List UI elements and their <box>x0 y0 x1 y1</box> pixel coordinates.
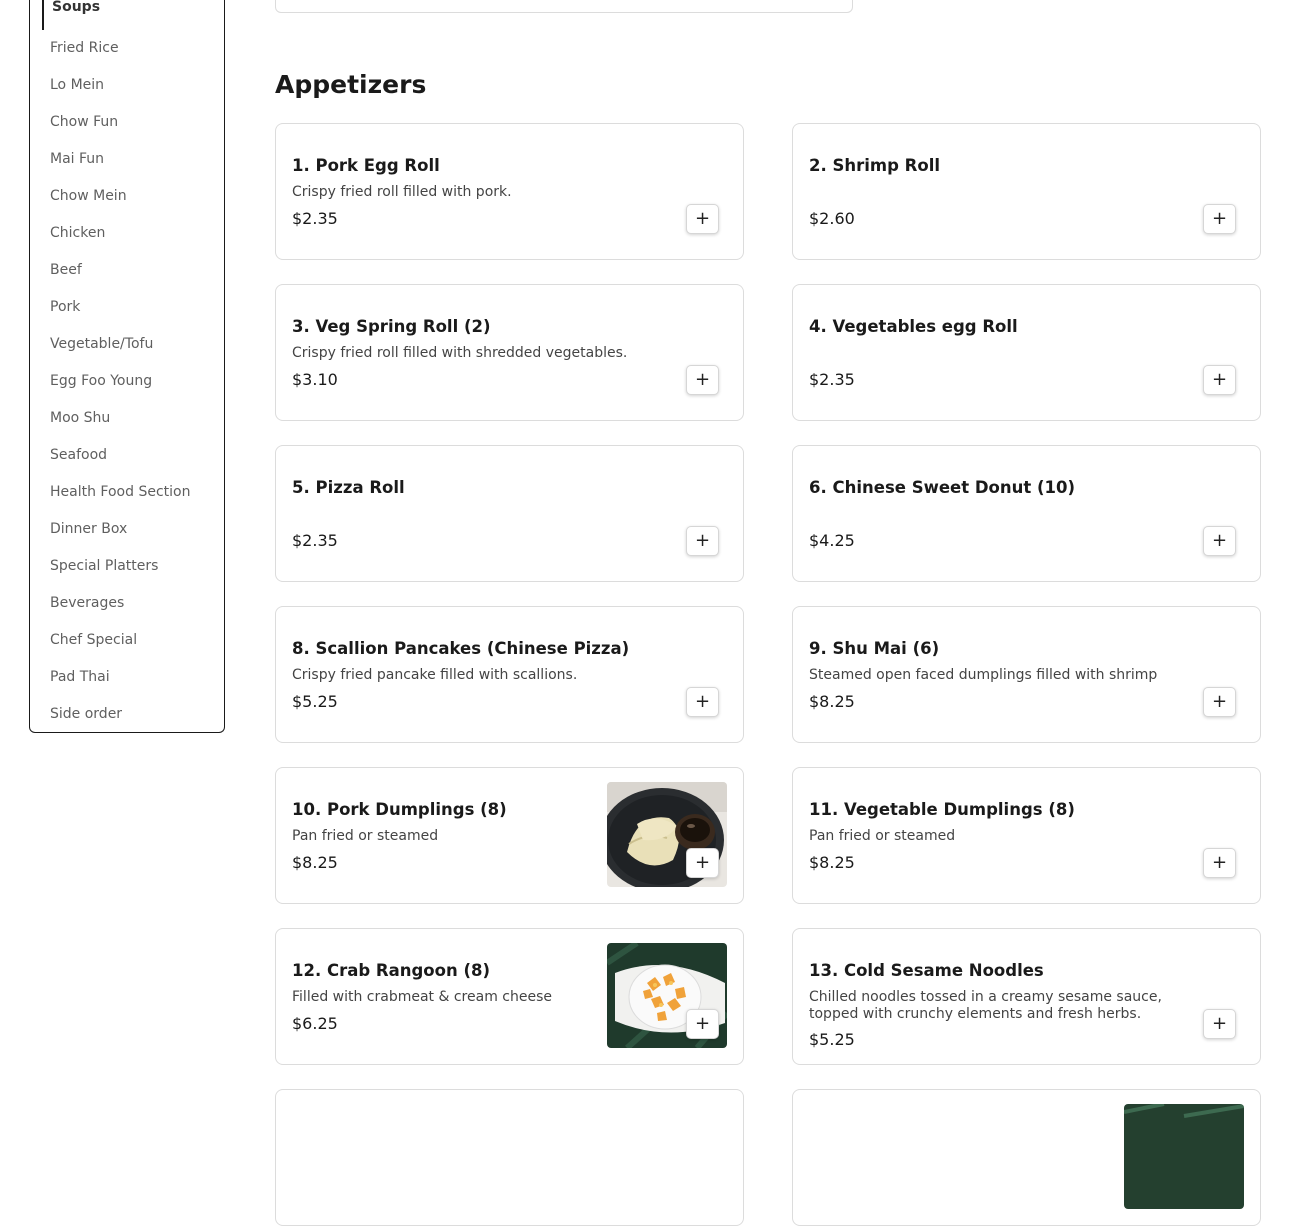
add-to-cart-button[interactable]: + <box>686 848 719 878</box>
add-to-cart-button[interactable]: + <box>1203 204 1236 234</box>
menu-item-photo <box>1124 1104 1244 1209</box>
sidebar-item-lo-mein[interactable]: Lo Mein <box>30 67 224 104</box>
item-name: 5. Pizza Roll <box>292 478 405 497</box>
sidebar-list: Fried Rice Lo Mein Chow Fun Mai Fun Chow… <box>30 30 224 733</box>
sidebar-item-egg-foo-young[interactable]: Egg Foo Young <box>30 363 224 400</box>
sidebar-item-moo-shu[interactable]: Moo Shu <box>30 400 224 437</box>
menu-item-card[interactable]: 6. Chinese Sweet Donut (10) $4.25 + <box>792 445 1261 582</box>
menu-item-card[interactable]: 13. Cold Sesame Noodles Chilled noodles … <box>792 928 1261 1065</box>
sidebar-item-health-food[interactable]: Health Food Section <box>30 474 224 511</box>
sidebar-item-chicken[interactable]: Chicken <box>30 215 224 252</box>
item-name: 13. Cold Sesame Noodles <box>809 961 1044 980</box>
sidebar-item-beef[interactable]: Beef <box>30 252 224 289</box>
item-name: 6. Chinese Sweet Donut (10) <box>809 478 1076 497</box>
section-title: Appetizers <box>275 70 427 99</box>
item-name: 3. Veg Spring Roll (2) <box>292 317 491 336</box>
menu-item-card[interactable]: 11. Vegetable Dumplings (8) Pan fried or… <box>792 767 1261 904</box>
menu-item-card[interactable]: 10. Pork Dumplings (8) Pan fried or stea… <box>275 767 744 904</box>
item-price: $5.25 <box>292 692 338 711</box>
add-to-cart-button[interactable]: + <box>686 204 719 234</box>
item-price: $6.25 <box>292 1014 338 1033</box>
add-to-cart-button[interactable]: + <box>686 687 719 717</box>
sidebar-item-mai-fun[interactable]: Mai Fun <box>30 141 224 178</box>
item-description: Steamed open faced dumplings filled with… <box>809 667 1158 683</box>
item-description: Pan fried or steamed <box>809 828 956 844</box>
menu-item-card[interactable]: 1. Pork Egg Roll Crispy fried roll fille… <box>275 123 744 260</box>
menu-item-card[interactable]: 8. Scallion Pancakes (Chinese Pizza) Cri… <box>275 606 744 743</box>
item-name: 11. Vegetable Dumplings (8) <box>809 800 1075 819</box>
menu-item-card[interactable]: 5. Pizza Roll $2.35 + <box>275 445 744 582</box>
item-price: $2.35 <box>292 531 338 550</box>
item-price: $2.60 <box>809 209 855 228</box>
item-name: 9. Shu Mai (6) <box>809 639 940 658</box>
item-description: Crispy fried roll filled with shredded v… <box>292 345 628 361</box>
sidebar-item-chef-special[interactable]: Chef Special <box>30 622 224 659</box>
item-price: $8.25 <box>292 853 338 872</box>
menu-item-card[interactable]: 12. Crab Rangoon (8) Filled with crabmea… <box>275 928 744 1065</box>
menu-item-card[interactable]: 2. Shrimp Roll $2.60 + <box>792 123 1261 260</box>
add-to-cart-button[interactable]: + <box>686 526 719 556</box>
item-name: 8. Scallion Pancakes (Chinese Pizza) <box>292 639 630 658</box>
item-name: 10. Pork Dumplings (8) <box>292 800 507 819</box>
sidebar-item-vegetable-tofu[interactable]: Vegetable/Tofu <box>30 326 224 363</box>
menu-item-card[interactable] <box>792 1089 1261 1226</box>
menu-item-card[interactable]: 9. Shu Mai (6) Steamed open faced dumpli… <box>792 606 1261 743</box>
item-price: $5.25 <box>809 1030 855 1049</box>
sidebar-item-seafood[interactable]: Seafood <box>30 437 224 474</box>
add-to-cart-button[interactable]: + <box>1203 1009 1236 1039</box>
item-description: Crispy fried pancake filled with scallio… <box>292 667 578 683</box>
add-to-cart-button[interactable]: + <box>1203 365 1236 395</box>
item-name: 1. Pork Egg Roll <box>292 156 440 175</box>
item-price: $4.25 <box>809 531 855 550</box>
menu-item-card[interactable]: 3. Veg Spring Roll (2) Crispy fried roll… <box>275 284 744 421</box>
item-price: $8.25 <box>809 853 855 872</box>
menu-item-card[interactable]: 4. Vegetables egg Roll $2.35 + <box>792 284 1261 421</box>
sidebar-item-chow-fun[interactable]: Chow Fun <box>30 104 224 141</box>
sidebar-item-dinner-box[interactable]: Dinner Box <box>30 511 224 548</box>
sidebar-item-special-platters[interactable]: Special Platters <box>30 548 224 585</box>
add-to-cart-button[interactable]: + <box>1203 848 1236 878</box>
item-name: 12. Crab Rangoon (8) <box>292 961 491 980</box>
item-name: 4. Vegetables egg Roll <box>809 317 1018 336</box>
item-price: $8.25 <box>809 692 855 711</box>
sidebar-item-pad-thai[interactable]: Pad Thai <box>30 659 224 696</box>
sidebar-item-fried-rice[interactable]: Fried Rice <box>30 30 224 67</box>
category-sidebar: Soups Fried Rice Lo Mein Chow Fun Mai Fu… <box>29 0 225 733</box>
item-description: Crispy fried roll filled with pork. <box>292 184 512 200</box>
item-price: $2.35 <box>292 209 338 228</box>
add-to-cart-button[interactable]: + <box>1203 526 1236 556</box>
item-description: Chilled noodles tossed in a creamy sesam… <box>809 989 1162 1022</box>
sidebar-item-side-order[interactable]: Side order <box>30 696 224 733</box>
sidebar-item-pork[interactable]: Pork <box>30 289 224 326</box>
item-price: $2.35 <box>809 370 855 389</box>
menu-item-card[interactable] <box>275 1089 744 1226</box>
sidebar-item-soups-active[interactable]: Soups <box>42 0 212 30</box>
sidebar-item-beverages[interactable]: Beverages <box>30 585 224 622</box>
item-price: $3.10 <box>292 370 338 389</box>
add-to-cart-button[interactable]: + <box>1203 687 1236 717</box>
add-to-cart-button[interactable]: + <box>686 365 719 395</box>
item-name: 2. Shrimp Roll <box>809 156 941 175</box>
previous-menu-card <box>275 0 853 13</box>
sidebar-item-chow-mein[interactable]: Chow Mein <box>30 178 224 215</box>
add-to-cart-button[interactable]: + <box>686 1009 719 1039</box>
